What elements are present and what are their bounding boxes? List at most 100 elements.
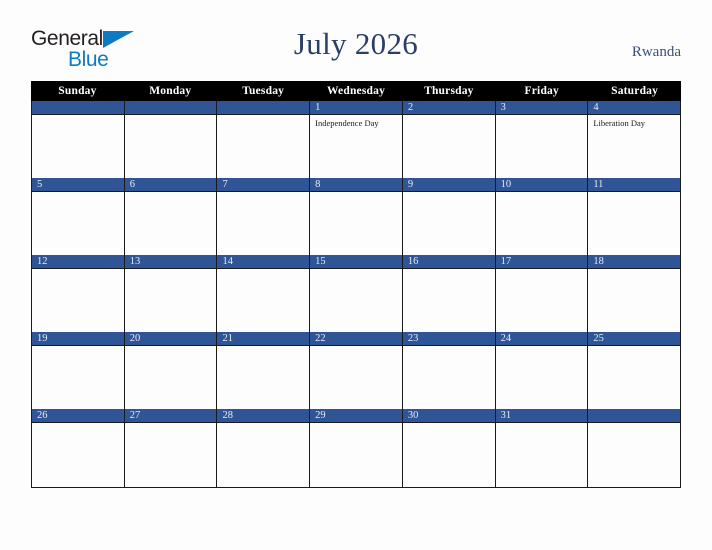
day-number: 7 — [217, 178, 310, 192]
day-cell-15[interactable]: 15 — [310, 255, 403, 332]
day-cell-20[interactable]: 20 — [124, 332, 218, 409]
day-cell-16[interactable]: 16 — [402, 255, 496, 332]
day-cell-31[interactable]: 31 — [495, 409, 589, 487]
day-events — [310, 423, 402, 426]
day-number: 8 — [310, 178, 402, 192]
day-number: 4 — [588, 101, 681, 115]
day-number — [588, 409, 681, 423]
day-cell-14[interactable]: 14 — [217, 255, 311, 332]
day-events — [588, 269, 680, 272]
day-cell-28[interactable]: 28 — [217, 409, 311, 487]
day-number: 23 — [402, 332, 495, 346]
day-cell-empty[interactable] — [588, 409, 681, 487]
day-cell-9[interactable]: 9 — [402, 178, 496, 255]
day-number: 6 — [124, 178, 217, 192]
day-cell-12[interactable]: 12 — [32, 255, 125, 332]
day-cell-27[interactable]: 27 — [124, 409, 218, 487]
day-cell-5[interactable]: 5 — [32, 178, 125, 255]
weekday-header-saturday: Saturday — [611, 85, 659, 97]
day-number: 1 — [310, 101, 402, 115]
day-events — [217, 115, 309, 118]
day-cell-21[interactable]: 21 — [217, 332, 311, 409]
calendar-week-row: 1 Independence Day 2 3 4 Liberation Day — [32, 101, 681, 178]
day-events — [32, 269, 124, 272]
day-number: 15 — [310, 255, 402, 269]
day-events: Liberation Day — [588, 115, 680, 128]
weekday-header-monday: Monday — [149, 85, 192, 97]
day-cell-11[interactable]: 11 — [588, 178, 681, 255]
day-events — [310, 269, 402, 272]
day-cell-29[interactable]: 29 — [310, 409, 403, 487]
day-number — [32, 101, 124, 115]
day-cell-24[interactable]: 24 — [495, 332, 589, 409]
day-events — [496, 192, 588, 195]
day-events — [32, 346, 124, 349]
day-events — [310, 346, 402, 349]
day-cell-6[interactable]: 6 — [124, 178, 218, 255]
day-events — [496, 423, 588, 426]
day-cell-23[interactable]: 23 — [402, 332, 496, 409]
day-number: 16 — [402, 255, 495, 269]
day-cell-4[interactable]: 4 Liberation Day — [588, 101, 681, 178]
day-events — [496, 269, 588, 272]
day-events — [125, 346, 217, 349]
day-number: 30 — [402, 409, 495, 423]
day-number — [217, 101, 310, 115]
day-cell-empty[interactable] — [32, 101, 125, 178]
calendar-page: General Blue July 2026 Rwanda Sunday Mond… — [0, 0, 712, 550]
day-cell-3[interactable]: 3 — [495, 101, 589, 178]
day-number: 14 — [217, 255, 310, 269]
calendar-weeks: 1 Independence Day 2 3 4 Liberation Day 5 6 7 8 9 1… — [31, 101, 681, 488]
holiday-label: Liberation Day — [593, 118, 646, 128]
day-cell-26[interactable]: 26 — [32, 409, 125, 487]
day-events — [217, 269, 309, 272]
day-cell-19[interactable]: 19 — [32, 332, 125, 409]
calendar-grid: Sunday Monday Tuesday Wednesday Thursday Frid… — [31, 81, 681, 488]
day-cell-2[interactable]: 2 — [402, 101, 496, 178]
day-events: Independence Day — [310, 115, 402, 128]
day-number: 27 — [124, 409, 217, 423]
day-events — [125, 269, 217, 272]
day-cell-10[interactable]: 10 — [495, 178, 589, 255]
day-events — [403, 269, 495, 272]
day-number: 5 — [32, 178, 124, 192]
day-cell-30[interactable]: 30 — [402, 409, 496, 487]
day-number: 17 — [495, 255, 588, 269]
day-number: 10 — [495, 178, 588, 192]
day-number: 24 — [495, 332, 588, 346]
day-events — [125, 115, 217, 118]
day-cell-8[interactable]: 8 — [310, 178, 403, 255]
day-events — [588, 346, 680, 349]
day-number — [124, 101, 217, 115]
day-number: 11 — [588, 178, 681, 192]
day-cell-7[interactable]: 7 — [217, 178, 311, 255]
day-number: 2 — [402, 101, 495, 115]
day-events — [32, 423, 124, 426]
day-cell-13[interactable]: 13 — [124, 255, 218, 332]
day-events — [403, 115, 495, 118]
day-cell-empty[interactable] — [124, 101, 218, 178]
day-events — [125, 192, 217, 195]
day-number: 3 — [495, 101, 588, 115]
day-number: 29 — [310, 409, 402, 423]
day-events — [217, 423, 309, 426]
day-events — [403, 192, 495, 195]
day-cell-25[interactable]: 25 — [588, 332, 681, 409]
day-number: 9 — [402, 178, 495, 192]
day-cell-18[interactable]: 18 — [588, 255, 681, 332]
calendar-week-row: 19 20 21 22 23 24 25 — [32, 332, 681, 409]
calendar-week-row: 26 27 28 29 30 31 — [32, 409, 681, 487]
day-number: 18 — [588, 255, 681, 269]
day-cell-empty[interactable] — [217, 101, 311, 178]
weekday-header-tuesday: Tuesday — [242, 85, 285, 97]
day-number: 26 — [32, 409, 124, 423]
day-cell-22[interactable]: 22 — [310, 332, 403, 409]
day-number: 22 — [310, 332, 402, 346]
weekday-header-sunday: Sunday — [58, 85, 97, 97]
day-cell-1[interactable]: 1 Independence Day — [310, 101, 403, 178]
day-number: 19 — [32, 332, 124, 346]
day-events — [32, 192, 124, 195]
day-cell-17[interactable]: 17 — [495, 255, 589, 332]
weekday-header-wednesday: Wednesday — [326, 85, 386, 97]
day-number: 31 — [495, 409, 588, 423]
